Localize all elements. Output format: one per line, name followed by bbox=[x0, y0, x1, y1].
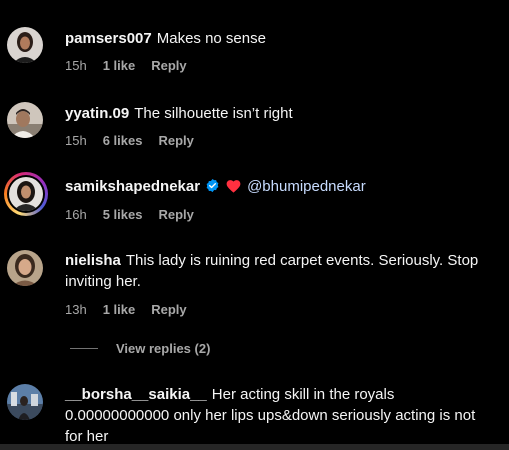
comment-time: 13h bbox=[65, 302, 87, 317]
comment-time: 15h bbox=[65, 58, 87, 73]
comment-likes[interactable]: 6 likes bbox=[103, 133, 143, 148]
reply-button[interactable]: Reply bbox=[158, 207, 193, 222]
comment-time: 15h bbox=[65, 133, 87, 148]
comment-text: This lady is ruining red carpet events. … bbox=[65, 252, 479, 290]
view-replies-label[interactable]: View replies (2) bbox=[116, 341, 210, 356]
comment-text: Makes no sense bbox=[156, 30, 266, 47]
divider bbox=[0, 444, 509, 450]
comment-username[interactable]: nielisha bbox=[65, 252, 121, 269]
reply-button[interactable]: Reply bbox=[151, 302, 186, 317]
comment-username[interactable]: pamsers007 bbox=[65, 30, 152, 47]
avatar[interactable] bbox=[7, 384, 43, 420]
avatar[interactable] bbox=[7, 27, 43, 63]
view-replies-button[interactable]: View replies (2) bbox=[70, 341, 210, 356]
comment-username[interactable]: __borsha__saikia__ bbox=[65, 386, 207, 403]
avatar[interactable] bbox=[7, 102, 43, 138]
comment-likes[interactable]: 1 like bbox=[103, 302, 136, 317]
comment-time: 16h bbox=[65, 207, 87, 222]
avatar[interactable] bbox=[4, 172, 48, 216]
verified-badge-icon bbox=[205, 178, 220, 199]
comment-username[interactable]: yyatin.09 bbox=[65, 105, 129, 122]
reply-button[interactable]: Reply bbox=[158, 133, 193, 148]
divider bbox=[70, 348, 98, 349]
heart-emoji-icon bbox=[226, 178, 241, 199]
comment-likes[interactable]: 5 likes bbox=[103, 207, 143, 222]
comment-text: The silhouette isn’t right bbox=[134, 105, 293, 122]
comment-likes[interactable]: 1 like bbox=[103, 58, 136, 73]
reply-button[interactable]: Reply bbox=[151, 58, 186, 73]
mention-link[interactable]: @bhumipednekar bbox=[247, 178, 366, 195]
avatar[interactable] bbox=[7, 250, 43, 286]
comment-username[interactable]: samikshapednekar bbox=[65, 178, 200, 195]
